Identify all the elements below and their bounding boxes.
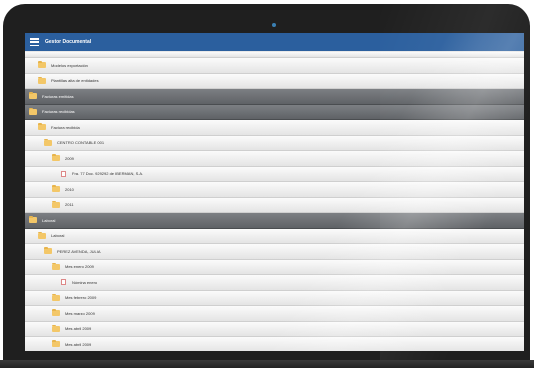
row-label: PEREZ AVENDA, JULIA	[57, 248, 101, 254]
row-label: Mes abril 2009	[65, 326, 92, 332]
device-base	[0, 360, 534, 368]
folder-row[interactable]: Laboral	[25, 228, 524, 244]
document-icon	[61, 170, 66, 177]
folder-row[interactable]: Mes enero 2009	[25, 259, 524, 275]
row-label: 2009	[65, 155, 74, 161]
folder-row[interactable]: CENTRO CONTABLE 001	[25, 135, 524, 151]
row-label: Mes abril 2009	[65, 341, 92, 347]
folder-row[interactable]: 2009	[25, 151, 524, 167]
folder-icon	[52, 324, 60, 332]
folder-row[interactable]: Facturas emitidas	[25, 89, 524, 105]
row-label: Nómina enero	[72, 279, 98, 285]
folder-icon	[52, 309, 60, 317]
folder-row[interactable]: Factura recibida	[25, 120, 524, 136]
folder-row[interactable]: PEREZ AVENDA, JULIA	[25, 244, 524, 260]
row-label: Facturas recibidas	[42, 109, 75, 115]
app-bar: Gestor Documental	[25, 33, 524, 51]
folder-row[interactable]: Facturas recibidas	[25, 104, 524, 120]
row-label: Modelos exportación	[51, 62, 88, 68]
folder-row[interactable]: Laboral	[25, 213, 524, 229]
camera-dot	[272, 23, 276, 27]
folder-icon	[38, 123, 46, 131]
row-label: CENTRO CONTABLE 001	[57, 140, 105, 146]
folder-row[interactable]: 2011	[25, 197, 524, 213]
folder-icon	[52, 262, 60, 270]
row-label: Fra. 77 Doc. 929292 de IBERMAN, S.A.	[72, 171, 144, 177]
folder-icon	[29, 92, 37, 100]
folder-icon	[38, 61, 46, 69]
folder-row[interactable]: Mes febrero 2009	[25, 290, 524, 306]
row-label: 2010	[65, 186, 74, 192]
folder-icon	[52, 185, 60, 193]
folder-icon	[44, 247, 52, 255]
row-label: Laboral	[42, 217, 56, 223]
screen: Gestor Documental Modelos exportación Pla…	[25, 33, 524, 351]
row-label: Mes marzo 2009	[65, 310, 95, 316]
folder-icon	[38, 231, 46, 239]
row-label: 2011	[65, 202, 74, 208]
folder-icon	[44, 138, 52, 146]
document-tree: Modelos exportación Plantillas alta de en…	[25, 52, 524, 351]
folder-icon	[38, 76, 46, 84]
row-label: Laboral	[51, 233, 65, 239]
folder-row[interactable]: Modelos exportación	[25, 58, 524, 74]
app-title: Gestor Documental	[45, 39, 92, 45]
row-label: Mes febrero 2009	[65, 295, 97, 301]
row-label: Facturas emitidas	[42, 93, 74, 99]
folder-row[interactable]: Plantillas alta de entidades	[25, 73, 524, 89]
document-icon	[61, 279, 66, 286]
folder-icon	[52, 200, 60, 208]
row-label: Mes enero 2009	[65, 264, 94, 270]
folder-row[interactable]: Mes abril 2009	[25, 337, 524, 351]
row-label: Plantillas alta de entidades	[51, 78, 99, 84]
document-row[interactable]: Nómina enero	[25, 275, 524, 291]
folder-icon	[29, 216, 37, 224]
folder-row[interactable]: 2010	[25, 182, 524, 198]
tablet-frame: Gestor Documental Modelos exportación Pla…	[3, 4, 530, 368]
folder-row[interactable]: Mes abril 2009	[25, 321, 524, 337]
folder-row[interactable]: Mes marzo 2009	[25, 306, 524, 322]
folder-icon	[52, 293, 60, 301]
folder-icon	[29, 107, 37, 115]
row-label: Factura recibida	[51, 124, 80, 130]
document-row[interactable]: Fra. 77 Doc. 929292 de IBERMAN, S.A.	[25, 166, 524, 182]
folder-icon	[52, 340, 60, 348]
folder-icon	[52, 154, 60, 162]
hamburger-menu-icon[interactable]	[30, 38, 39, 46]
